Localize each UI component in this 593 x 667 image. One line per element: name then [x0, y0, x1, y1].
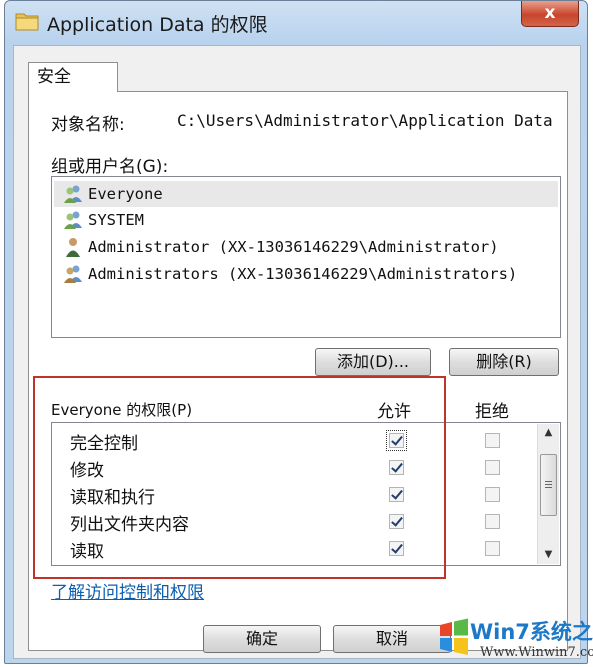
deny-checkbox[interactable]	[485, 487, 500, 502]
group-users-icon	[64, 211, 82, 229]
window-title: Application Data 的权限	[47, 14, 268, 36]
group-user-label: 组或用户名(G):	[51, 157, 169, 177]
user-name: Administrators (XX-13036146229\Administr…	[88, 265, 518, 283]
close-button[interactable]: x	[521, 1, 579, 27]
remove-button[interactable]: 删除(R)	[449, 348, 559, 376]
grip-line	[545, 487, 552, 488]
object-name-label: 对象名称:	[51, 115, 125, 135]
deny-checkbox[interactable]	[485, 514, 500, 529]
watermark-brand: Win7系统之家	[470, 620, 593, 644]
scroll-thumb[interactable]	[540, 454, 557, 516]
user-name: Administrator (XX-13036146229\Administra…	[88, 238, 499, 256]
grip-line	[545, 484, 552, 485]
scroll-up-arrow-icon[interactable]: ▲	[538, 424, 559, 442]
deny-checkbox[interactable]	[485, 433, 500, 448]
folder-icon	[15, 13, 39, 31]
scroll-down-arrow-icon[interactable]: ▼	[538, 546, 559, 564]
grip-line	[545, 481, 552, 482]
list-item[interactable]: Everyone	[54, 181, 558, 207]
red-highlight-annotation	[33, 376, 446, 579]
group-users-icon	[64, 185, 82, 203]
title-bar[interactable]: Application Data 的权限 x	[5, 1, 587, 45]
watermark-url: Www.Winwin7.com	[480, 645, 593, 660]
cancel-button[interactable]: 取消	[333, 625, 451, 653]
list-item[interactable]: Administrators (XX-13036146229\Administr…	[54, 261, 558, 287]
single-user-icon	[66, 238, 80, 257]
learn-access-control-link[interactable]: 了解访问控制和权限	[51, 578, 204, 603]
list-item[interactable]: SYSTEM	[54, 207, 558, 233]
user-list[interactable]: Everyone SYSTEM Administrator (XX-130361…	[51, 176, 561, 338]
ok-button[interactable]: 确定	[203, 625, 321, 653]
user-name: SYSTEM	[88, 211, 144, 229]
add-button[interactable]: 添加(D)...	[315, 348, 431, 376]
permissions-scrollbar[interactable]: ▲ ▼	[537, 424, 559, 564]
tab-security[interactable]: 安全	[28, 62, 118, 92]
deny-checkbox[interactable]	[485, 541, 500, 556]
object-name-value: C:\Users\Administrator\Application Data	[177, 111, 553, 130]
group-users-icon	[64, 265, 82, 283]
list-item[interactable]: Administrator (XX-13036146229\Administra…	[54, 234, 558, 260]
deny-checkbox[interactable]	[485, 460, 500, 475]
user-name: Everyone	[88, 185, 163, 203]
deny-column-header: 拒绝	[475, 402, 509, 422]
